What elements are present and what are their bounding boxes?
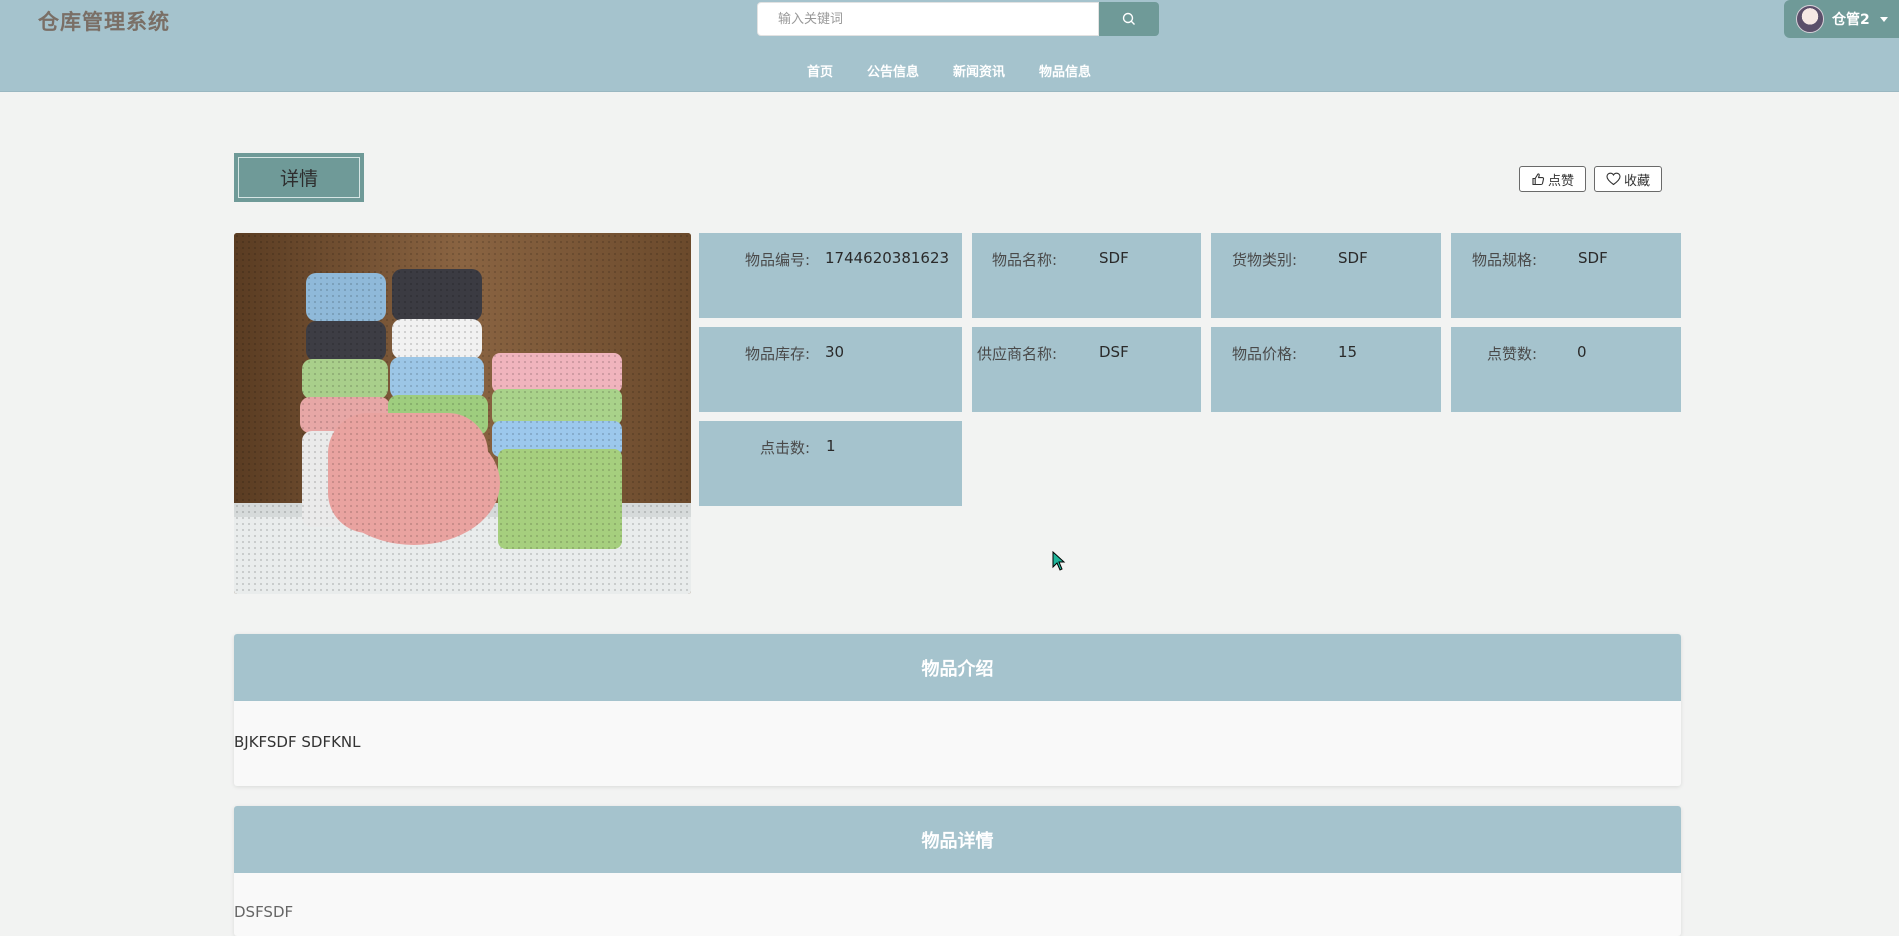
nav-items[interactable]: 物品信息 (1022, 58, 1108, 83)
info-label: 物品价格: (1231, 345, 1297, 363)
info-cell-likes: 点赞数: 0 (1451, 327, 1681, 412)
user-name: 仓管2 (1832, 12, 1870, 28)
info-label: 物品名称: (991, 251, 1057, 269)
user-menu[interactable]: 仓管2 (1784, 0, 1899, 38)
info-value: 15 (1338, 343, 1358, 361)
favorite-button[interactable]: 收藏 (1594, 166, 1662, 192)
like-label: 点赞 (1547, 173, 1574, 189)
info-cell-category: 货物类别: SDF (1211, 233, 1441, 318)
info-value: SDF (1578, 249, 1608, 267)
detail-section-body: DSFSDF (234, 873, 1681, 921)
info-value: 30 (825, 343, 845, 361)
nav-home[interactable]: 首页 (790, 58, 850, 83)
like-button[interactable]: 点赞 (1519, 166, 1586, 192)
info-label: 点击数: (759, 439, 810, 457)
info-value: 0 (1577, 343, 1587, 361)
info-label: 物品库存: (744, 345, 810, 363)
info-value: SDF (1338, 249, 1368, 267)
detail-text: DSFSDF (234, 903, 294, 921)
chevron-down-icon (1879, 16, 1888, 22)
nav-notices[interactable]: 公告信息 (850, 58, 936, 83)
main-nav: 首页 公告信息 新闻资讯 物品信息 (790, 58, 1108, 83)
info-value: 1 (826, 437, 836, 455)
info-cell-stock: 物品库存: 30 (699, 327, 962, 412)
search-button[interactable] (1099, 2, 1159, 36)
intro-section-body: BJKFSDF SDFKNL (234, 701, 1681, 751)
favorite-label: 收藏 (1623, 173, 1650, 189)
info-cell-supplier: 供应商名称: DSF (972, 327, 1201, 412)
thumbs-up-icon (1532, 173, 1545, 186)
detail-title: 详情 (238, 157, 360, 198)
intro-section: 物品介绍 BJKFSDF SDFKNL (234, 634, 1681, 786)
avatar (1796, 5, 1824, 33)
info-value: DSF (1099, 343, 1129, 361)
product-image (234, 233, 691, 594)
site-title: 仓库管理系统 (38, 10, 170, 34)
heart-icon (1606, 172, 1621, 186)
intro-text: BJKFSDF SDFKNL (234, 733, 361, 751)
intro-section-title: 物品介绍 (234, 634, 1681, 701)
search-icon (1122, 12, 1135, 25)
info-label: 货物类别: (1231, 251, 1297, 269)
top-header: 仓库管理系统 首页 公告信息 新闻资讯 物品信息 仓管2 (0, 0, 1899, 92)
info-cell-price: 物品价格: 15 (1211, 327, 1441, 412)
detail-title-tag: 详情 (234, 153, 364, 202)
search-input[interactable] (757, 2, 1099, 36)
detail-section: 物品详情 DSFSDF (234, 806, 1681, 936)
info-label: 物品编号: (744, 251, 810, 269)
info-label: 供应商名称: (976, 345, 1057, 363)
info-cell-item-name: 物品名称: SDF (972, 233, 1201, 318)
nav-news[interactable]: 新闻资讯 (936, 58, 1022, 83)
info-cell-item-code: 物品编号: 1744620381623 (699, 233, 962, 318)
mouse-cursor-icon (1052, 551, 1066, 571)
info-label: 物品规格: (1471, 251, 1537, 269)
info-cell-clicks: 点击数: 1 (699, 421, 962, 506)
info-value: SDF (1099, 249, 1129, 267)
detail-section-title: 物品详情 (234, 806, 1681, 873)
info-value: 1744620381623 (825, 249, 950, 267)
info-label: 点赞数: (1486, 345, 1537, 363)
info-cell-spec: 物品规格: SDF (1451, 233, 1681, 318)
search-bar (757, 2, 1159, 36)
